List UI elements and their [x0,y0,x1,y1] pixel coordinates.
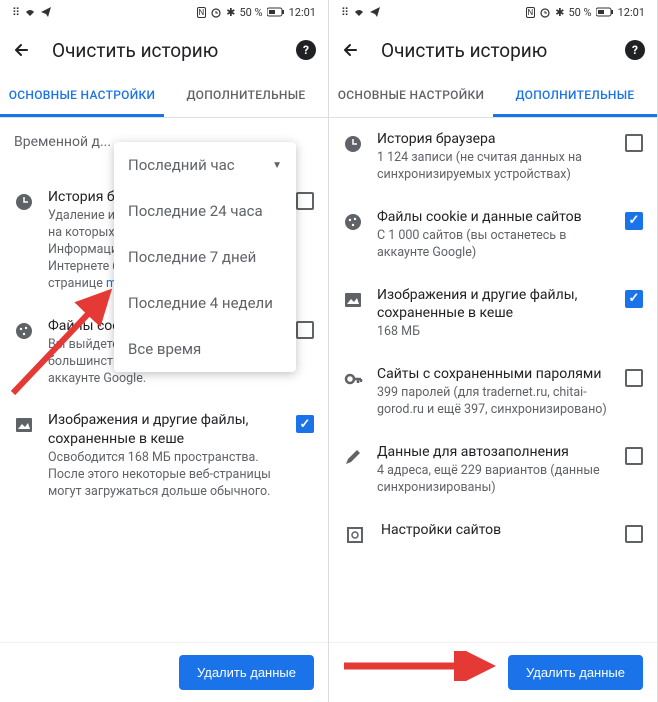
list-item-cache[interactable]: Изображения и другие файлы, сохраненные … [0,399,328,512]
back-button[interactable] [12,40,32,60]
signal-icon: ⠿ [341,6,349,19]
checkbox[interactable] [625,525,643,543]
footer: Удалить данные [329,642,657,702]
phone-right: ⠿ N ✱ 50 % 12:01 Очистить историю ? ОСНО… [329,0,658,702]
cookie-icon [343,208,363,262]
wifi-icon [24,6,36,18]
delete-button[interactable]: Удалить данные [179,655,314,690]
image-icon [343,286,363,341]
back-button[interactable] [341,40,361,60]
list-item-passwords[interactable]: Сайты с сохраненными паролями 399 пароле… [329,353,657,431]
status-bar: ⠿ N ✱ 50 % 12:01 [329,0,657,24]
time-range-label: Временной д... [14,134,114,150]
checkbox[interactable] [625,369,643,387]
alarm-icon [210,6,222,18]
image-icon [14,411,34,500]
battery-icon [596,7,614,17]
item-title: Сайты с сохраненными паролями [377,365,611,383]
dropdown-option[interactable]: Последние 24 часа [114,188,296,234]
item-desc: С 1 000 сайтов (вы останетесь в аккаунте… [377,228,611,262]
time-range-dropdown[interactable]: Последний час ▼ Последние 24 часа Послед… [114,142,296,372]
nfc-icon: N [526,7,536,18]
nfc-icon: N [197,7,207,18]
dropdown-selected[interactable]: Последний час ▼ [114,142,296,188]
delete-button[interactable]: Удалить данные [508,655,643,690]
tab-advanced[interactable]: ДОПОЛНИТЕЛЬНЫЕ [493,76,657,117]
key-icon [343,365,363,419]
list-item-site-settings[interactable]: Настройки сайтов [329,509,657,557]
list-item-cache[interactable]: Изображения и другие файлы, сохраненные … [329,274,657,353]
header: Очистить историю ? [329,24,657,76]
help-button[interactable]: ? [625,40,645,60]
help-button[interactable]: ? [296,40,316,60]
dropdown-option[interactable]: Все время [114,326,296,372]
item-desc: Освободится 168 МБ пространства. После э… [48,450,282,501]
clock-time: 12:01 [618,6,645,19]
clock-time: 12:01 [289,6,316,19]
item-title: Настройки сайтов [381,521,611,539]
bluetooth-icon: ✱ [555,6,564,19]
checkbox[interactable] [625,447,643,465]
list-item-history[interactable]: История браузера 1 124 записи (не считая… [329,118,657,196]
item-desc: 168 МБ [377,324,611,341]
item-title: Данные для автозаполнения [377,443,611,461]
chevron-down-icon: ▼ [272,160,282,171]
item-title: Изображения и другие файлы, сохраненные … [48,411,282,447]
dropdown-option[interactable]: Последние 7 дней [114,234,296,280]
wifi-icon [353,6,365,18]
status-bar: ⠿ N ✱ 50 % 12:01 [0,0,328,24]
tab-basic[interactable]: ОСНОВНЫЕ НАСТРОЙКИ [329,76,493,117]
telegram-icon [369,6,381,18]
item-title: Файлы cookie и данные сайтов [377,208,611,226]
item-title: История браузера [377,130,611,148]
item-desc: 4 адреса, ещё 229 вариантов (данные синх… [377,463,611,497]
tab-basic[interactable]: ОСНОВНЫЕ НАСТРОЙКИ [0,76,164,117]
tab-advanced[interactable]: ДОПОЛНИТЕЛЬНЫЕ [164,76,328,117]
item-desc: 399 паролей (для tradernet.ru, chitai-go… [377,385,611,419]
annotation-arrow [339,651,499,681]
settings-icon [343,521,367,545]
tabs: ОСНОВНЫЕ НАСТРОЙКИ ДОПОЛНИТЕЛЬНЫЕ [0,76,328,118]
dropdown-selected-text: Последний час [128,156,235,174]
content-basic: Временной д... Последний час ▼ Последние… [0,118,328,642]
battery-pct: 50 % [239,6,262,19]
checkbox[interactable] [625,212,643,230]
battery-icon [267,7,285,17]
item-desc: 1 124 записи (не считая данных на синхро… [377,150,611,184]
tabs: ОСНОВНЫЕ НАСТРОЙКИ ДОПОЛНИТЕЛЬНЫЕ [329,76,657,118]
checkbox[interactable] [296,321,314,339]
footer: Удалить данные [0,642,328,702]
signal-icon: ⠿ [12,6,20,19]
item-title: Изображения и другие файлы, сохраненные … [377,286,611,322]
telegram-icon [40,6,52,18]
checkbox[interactable] [625,290,643,308]
history-icon [14,188,34,293]
bluetooth-icon: ✱ [226,6,235,19]
phone-left: ⠿ N ✱ 50 % 12:01 Очистить историю ? ОСНО… [0,0,329,702]
header: Очистить историю ? [0,24,328,76]
list-item-cookies[interactable]: Файлы cookie и данные сайтов С 1 000 сай… [329,196,657,274]
history-icon [343,130,363,184]
checkbox[interactable] [296,192,314,210]
page-title: Очистить историю [381,39,605,62]
alarm-icon [539,6,551,18]
pencil-icon [343,443,363,497]
list-item-autofill[interactable]: Данные для автозаполнения 4 адреса, ещё … [329,431,657,509]
time-range-row: Временной д... Последний час ▼ Последние… [0,118,328,166]
checkbox[interactable] [296,415,314,433]
cookie-icon [14,317,34,388]
battery-pct: 50 % [568,6,591,19]
content-advanced: История браузера 1 124 записи (не считая… [329,118,657,642]
page-title: Очистить историю [52,39,276,62]
dropdown-option[interactable]: Последние 4 недели [114,280,296,326]
checkbox[interactable] [625,134,643,152]
